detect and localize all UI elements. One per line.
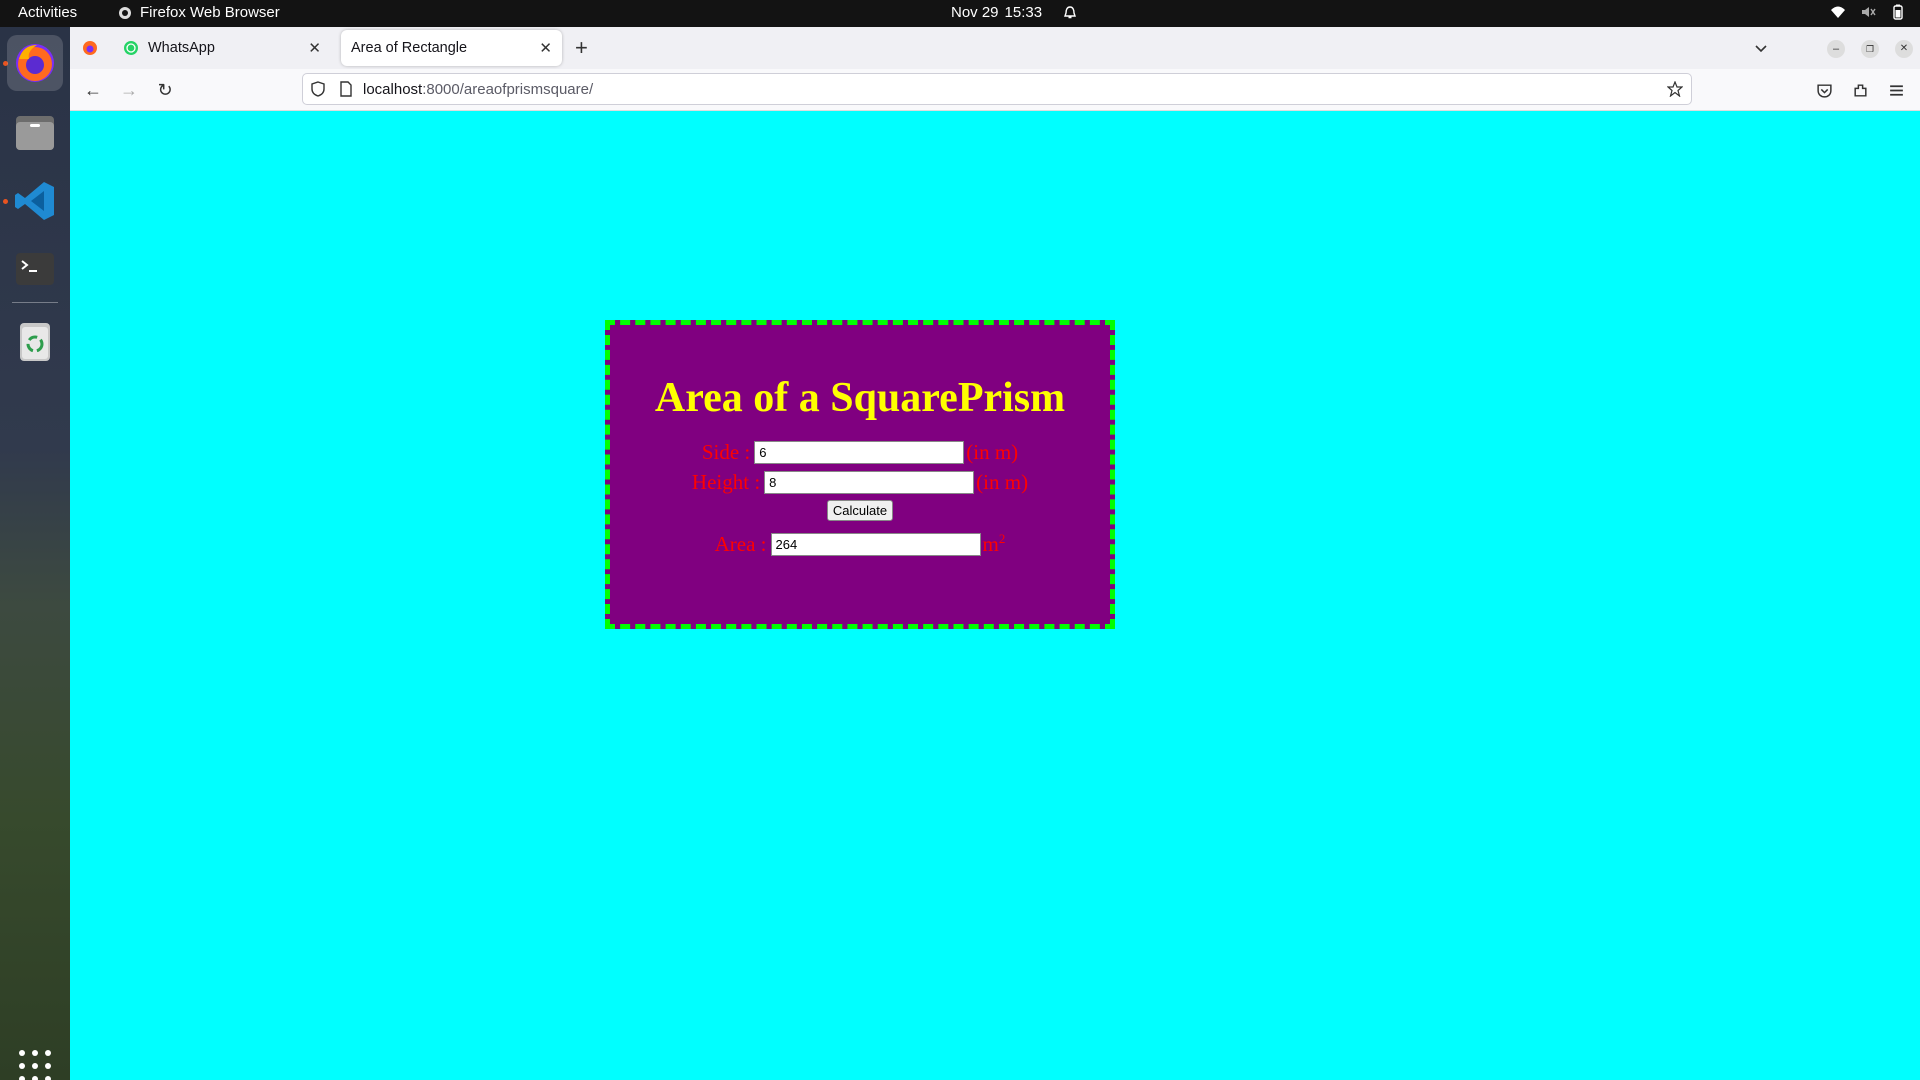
- url-path: :8000/areaofprismsquare/: [422, 81, 594, 98]
- trash-dock-icon[interactable]: [7, 313, 63, 369]
- bookmark-star-icon[interactable]: [1667, 81, 1683, 97]
- area-unit: m2: [983, 531, 1006, 557]
- firefox-dock-icon[interactable]: [7, 35, 63, 91]
- clock[interactable]: Nov 29 15:33: [951, 4, 1078, 21]
- battery-icon: [1893, 4, 1903, 20]
- area-unit-base: m: [982, 532, 999, 556]
- side-unit: (in m): [966, 439, 1019, 464]
- shield-icon[interactable]: [310, 81, 326, 97]
- close-window-icon[interactable]: ✕: [1895, 40, 1913, 58]
- height-unit: (in m): [976, 469, 1029, 494]
- show-apps-icon[interactable]: [19, 1050, 51, 1080]
- clock-date: Nov 29: [951, 4, 999, 21]
- clock-time: 15:33: [1004, 4, 1043, 21]
- trash-icon: [20, 323, 50, 361]
- restore-icon[interactable]: ❐: [1861, 40, 1879, 58]
- minimize-icon[interactable]: –: [1827, 40, 1845, 58]
- whatsapp-icon: [124, 41, 138, 55]
- side-label: Side :: [701, 439, 751, 464]
- activities-button[interactable]: Activities: [18, 4, 77, 21]
- firefox-view-icon[interactable]: [82, 40, 98, 56]
- forward-icon[interactable]: →: [117, 78, 141, 102]
- calculate-button[interactable]: Calculate: [826, 500, 894, 521]
- tab-label: WhatsApp: [148, 40, 215, 56]
- height-label: Height :: [691, 469, 761, 494]
- page-content: Area of a SquarePrism Side : (in m) Heig…: [70, 112, 1920, 1080]
- close-icon[interactable]: ✕: [539, 39, 552, 57]
- page-title: Area of a SquarePrism: [654, 375, 1066, 421]
- url-host: localhost: [363, 81, 423, 98]
- page-icon[interactable]: [338, 81, 354, 97]
- firefox-small-icon: [119, 6, 131, 19]
- extensions-icon[interactable]: [1852, 82, 1869, 99]
- pocket-icon[interactable]: [1816, 82, 1833, 99]
- app-menu-label: Firefox Web Browser: [140, 4, 280, 21]
- chevron-down-icon[interactable]: [1753, 40, 1769, 56]
- new-tab-icon[interactable]: +: [575, 35, 588, 61]
- app-menu[interactable]: Firefox Web Browser: [117, 4, 280, 21]
- bell-icon: [1064, 5, 1077, 18]
- url-text[interactable]: localhost:8000/areaofprismsquare/: [363, 81, 593, 98]
- terminal-dock-icon[interactable]: [7, 241, 63, 297]
- dock: [0, 27, 70, 1080]
- volume-muted-icon: [1862, 7, 1876, 17]
- side-row: Side : (in m): [610, 437, 1110, 467]
- url-bar[interactable]: localhost:8000/areaofprismsquare/: [302, 73, 1692, 105]
- dock-separator: [12, 302, 58, 303]
- side-input[interactable]: [754, 440, 965, 464]
- system-top-bar: Activities Firefox Web Browser Nov 29 15…: [0, 0, 1920, 27]
- area-output[interactable]: [770, 532, 981, 556]
- tab-label: Area of Rectangle: [351, 40, 468, 56]
- navigation-bar: ← → ↻ localhost:8000/areaofprismsquare/: [70, 69, 1920, 111]
- terminal-icon: [16, 253, 54, 285]
- height-input[interactable]: [764, 470, 975, 494]
- tab-whatsapp[interactable]: WhatsApp ✕: [113, 30, 331, 66]
- folder-icon: [16, 116, 54, 150]
- tab-bar: WhatsApp ✕ Area of Rectangle ✕ + – ❐ ✕: [70, 27, 1920, 69]
- area-label: Area :: [714, 531, 767, 556]
- area-row: Area : m2: [610, 529, 1110, 559]
- calculator-card: Area of a SquarePrism Side : (in m) Heig…: [605, 320, 1115, 629]
- system-tray[interactable]: [1830, 4, 1906, 20]
- tab-area-of-rectangle[interactable]: Area of Rectangle ✕: [341, 30, 562, 66]
- back-icon[interactable]: ←: [81, 78, 105, 102]
- wifi-icon: [1831, 6, 1845, 18]
- vscode-dock-icon[interactable]: [7, 173, 63, 229]
- area-unit-exponent: 2: [998, 531, 1006, 546]
- close-icon[interactable]: ✕: [308, 39, 321, 57]
- vscode-icon: [15, 182, 54, 220]
- firefox-window: WhatsApp ✕ Area of Rectangle ✕ + – ❐ ✕ ←…: [70, 27, 1920, 1080]
- height-row: Height : (in m): [610, 467, 1110, 497]
- files-dock-icon[interactable]: [7, 104, 63, 160]
- firefox-icon: [16, 44, 54, 82]
- menu-icon[interactable]: [1888, 82, 1905, 99]
- reload-icon[interactable]: ↻: [153, 78, 177, 102]
